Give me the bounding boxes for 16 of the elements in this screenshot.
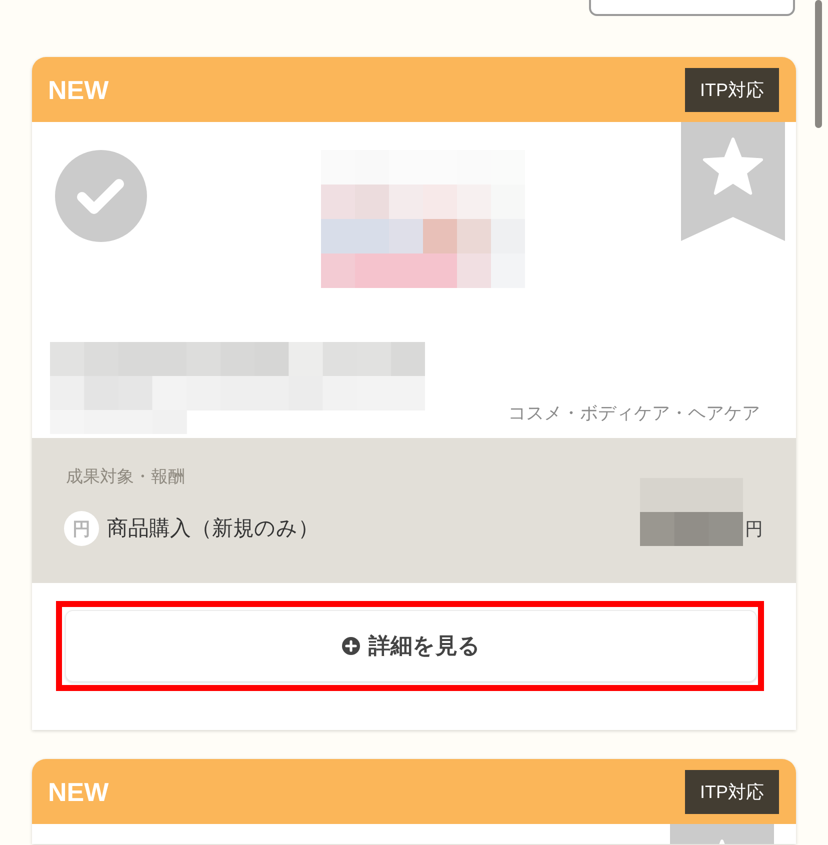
bookmark-ribbon-icon[interactable]: [670, 824, 774, 844]
plus-circle-icon: [342, 637, 360, 655]
scrollbar-thumb[interactable]: [815, 0, 822, 128]
yen-mark: 円: [64, 511, 99, 546]
reward-heading: 成果対象・報酬: [66, 467, 185, 487]
new-label: NEW: [48, 776, 109, 806]
dropdown-field[interactable]: [589, 0, 795, 16]
currency-unit: 円: [745, 519, 763, 539]
category-text: コスメ・ボディケア・ヘアケア: [508, 402, 760, 424]
details-button[interactable]: 詳細を見る: [65, 610, 757, 682]
new-label: NEW: [48, 74, 109, 104]
itp-tag: ITP対応: [684, 68, 779, 112]
bookmark-ribbon-icon[interactable]: [681, 122, 785, 241]
reward-condition: 商品購入（新規のみ）: [107, 516, 319, 542]
check-circle-icon[interactable]: [55, 150, 147, 242]
itp-tag: ITP対応: [684, 770, 779, 814]
